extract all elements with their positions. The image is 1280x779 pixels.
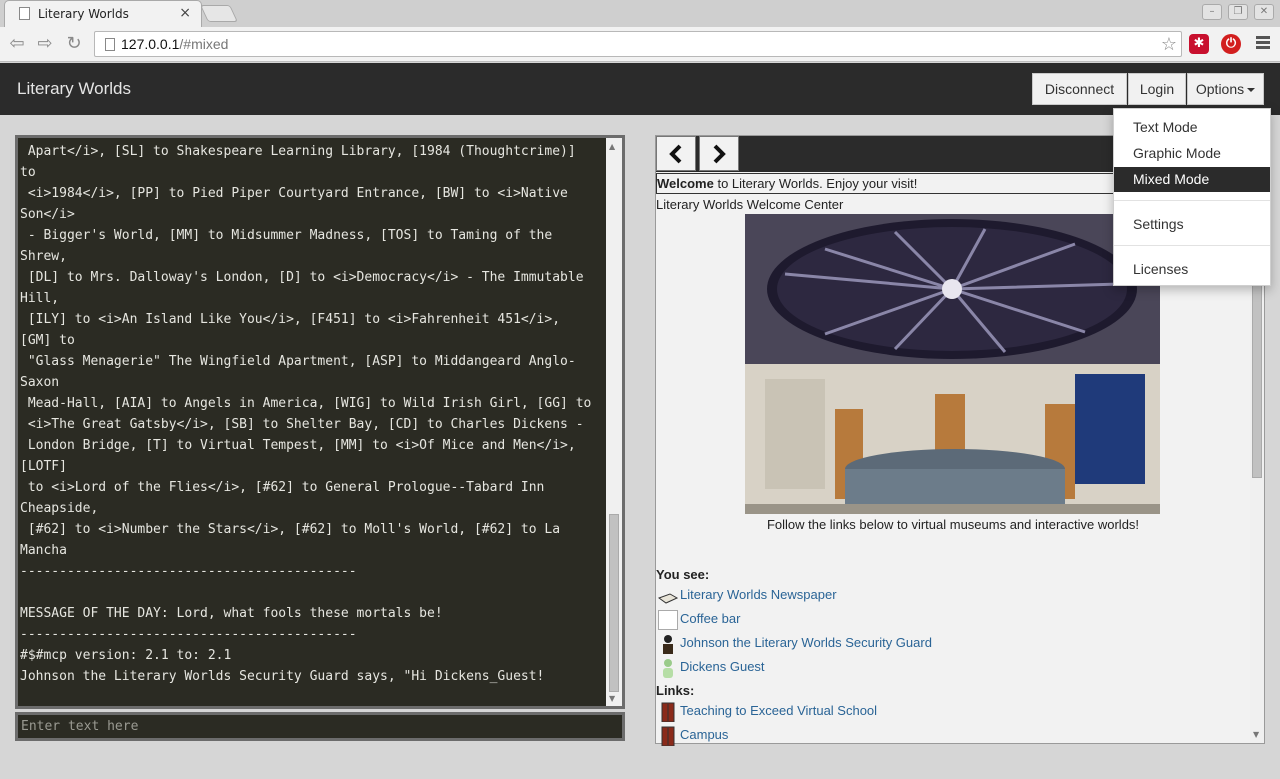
browser-toolbar: ⇦ ⇨ ↻ 127.0.0.1/#mixed ☆ ✱ ⏻ <box>0 27 1280 62</box>
address-bar[interactable]: 127.0.0.1/#mixed ☆ <box>94 31 1182 57</box>
scroll-down-icon[interactable]: ▼ <box>1253 730 1259 739</box>
console-line: [DL] to Mrs. Dalloway's London, [D] to <… <box>20 270 584 285</box>
browser-tab[interactable]: Literary Worlds × <box>4 0 202 27</box>
console-line: Mancha <box>20 543 67 558</box>
scroll-up-icon[interactable]: ▲ <box>609 142 615 151</box>
scrollbar-thumb[interactable] <box>1252 264 1262 478</box>
console-line: to <i>Lord of the Flies</i>, [#62] to Ge… <box>20 480 545 495</box>
console-line: #$#mcp version: 2.1 to: 2.1 <box>20 648 232 663</box>
command-input[interactable] <box>15 712 625 741</box>
object-link-coffee-bar[interactable]: Coffee bar <box>658 608 740 630</box>
console-line: [#62] to <i>Number the Stars</i>, [#62] … <box>20 522 561 537</box>
forward-button[interactable] <box>699 136 739 171</box>
disconnect-button[interactable]: Disconnect <box>1032 73 1127 105</box>
reload-icon[interactable]: ↻ <box>63 34 85 54</box>
console-line: [GM] to <box>20 333 75 348</box>
caret-down-icon <box>1247 88 1256 93</box>
you-see-heading: You see: <box>656 567 710 582</box>
menu-item-text-mode[interactable]: Text Mode <box>1114 115 1270 140</box>
back-button[interactable] <box>656 136 696 171</box>
console-text: Apart</i>, [SL] to Shakespeare Learning … <box>20 141 608 701</box>
menu-divider <box>1114 245 1270 246</box>
console-scrollbar[interactable]: ▲ ▼ <box>606 138 622 706</box>
console-line: London Bridge, [T] to Virtual Tempest, [… <box>20 438 576 453</box>
menu-item-graphic-mode[interactable]: Graphic Mode <box>1114 141 1270 166</box>
page-icon <box>105 38 115 51</box>
console-line: to <box>20 165 36 180</box>
browser-tabstrip: Literary Worlds × – ❐ ✕ <box>0 0 1280 27</box>
scrollbar-thumb[interactable] <box>609 514 619 692</box>
console-line: ----------------------------------------… <box>20 564 357 579</box>
console-line: "Glass Menagerie" The Wingfield Apartmen… <box>20 354 576 369</box>
guest-avatar-icon <box>658 658 678 678</box>
newspaper-icon <box>657 586 679 606</box>
console-line: [LOTF] <box>20 459 67 474</box>
console-line: Son</i> <box>20 207 75 222</box>
console-output[interactable]: Apart</i>, [SL] to Shakespeare Learning … <box>15 135 625 709</box>
bookmark-star-icon[interactable]: ☆ <box>1161 34 1177 55</box>
menu-item-licenses[interactable]: Licenses <box>1114 257 1270 282</box>
console-line: Apart</i>, [SL] to Shakespeare Learning … <box>20 144 576 159</box>
tab-title: Literary Worlds <box>38 7 129 21</box>
console-line: Hill, <box>20 291 60 306</box>
scroll-down-icon[interactable]: ▼ <box>609 694 615 703</box>
chevron-left-icon <box>669 144 682 164</box>
back-icon[interactable]: ⇦ <box>6 34 28 54</box>
object-link-security-guard[interactable]: Johnson the Literary Worlds Security Gua… <box>658 632 932 654</box>
brand-title[interactable]: Literary Worlds <box>17 79 131 99</box>
console-line: Shrew, <box>20 249 67 264</box>
app-navbar: Literary Worlds Disconnect Login Options <box>0 63 1280 115</box>
page-icon <box>19 7 30 20</box>
minimize-icon[interactable]: – <box>1202 4 1222 20</box>
tab-close-icon[interactable]: × <box>179 5 191 21</box>
menu-item-mixed-mode[interactable]: Mixed Mode <box>1114 167 1270 192</box>
exit-link-campus[interactable]: Campus <box>658 724 728 747</box>
extension-icon[interactable]: ✱ <box>1189 34 1209 54</box>
browser-menu-icon[interactable] <box>1256 36 1270 50</box>
object-link-newspaper[interactable]: Literary Worlds Newspaper <box>657 584 837 606</box>
new-tab-button[interactable] <box>200 5 238 22</box>
exit-link-teaching-to-exceed[interactable]: Teaching to Exceed Virtual School <box>658 700 877 723</box>
console-line: <i>1984</i>, [PP] to Pied Piper Courtyar… <box>20 186 568 201</box>
adblock-icon[interactable]: ⏻ <box>1221 34 1241 54</box>
console-line: Cheapside, <box>20 501 99 516</box>
console-line: Mead-Hall, [AIA] to Angels in America, [… <box>20 396 592 411</box>
chevron-right-icon <box>713 144 726 164</box>
room-caption: Follow the links below to virtual museum… <box>766 517 1140 532</box>
menu-divider <box>1114 200 1270 201</box>
door-icon <box>658 726 678 747</box>
login-button[interactable]: Login <box>1128 73 1186 105</box>
restore-icon[interactable]: ❐ <box>1228 4 1248 20</box>
console-line: Johnson the Literary Worlds Security Gua… <box>20 669 545 684</box>
guard-icon <box>658 634 678 654</box>
console-line: - Bigger's World, [MM] to Midsummer Madn… <box>20 228 553 243</box>
options-dropdown: Text Mode Graphic Mode Mixed Mode Settin… <box>1113 108 1271 286</box>
forward-icon[interactable]: ⇨ <box>34 34 56 54</box>
console-line: MESSAGE OF THE DAY: Lord, what fools the… <box>20 606 443 621</box>
console-line: <i>The Great Gatsby</i>, [SB] to Shelter… <box>20 417 584 432</box>
door-icon <box>658 702 678 723</box>
console-line: [ILY] to <i>An Island Like You</i>, [F45… <box>20 312 561 327</box>
url-text: 127.0.0.1/#mixed <box>121 36 229 52</box>
console-line: ----------------------------------------… <box>20 627 357 642</box>
window-close-icon[interactable]: ✕ <box>1254 4 1274 20</box>
room-title: Literary Worlds Welcome Center <box>656 197 844 212</box>
room-image <box>745 214 1160 514</box>
object-link-dickens-guest[interactable]: Dickens Guest <box>658 656 765 678</box>
menu-item-settings[interactable]: Settings <box>1114 212 1270 237</box>
console-line: Saxon <box>20 375 60 390</box>
options-button[interactable]: Options <box>1187 73 1264 105</box>
broken-image-icon <box>658 609 678 630</box>
links-heading: Links: <box>656 683 695 698</box>
